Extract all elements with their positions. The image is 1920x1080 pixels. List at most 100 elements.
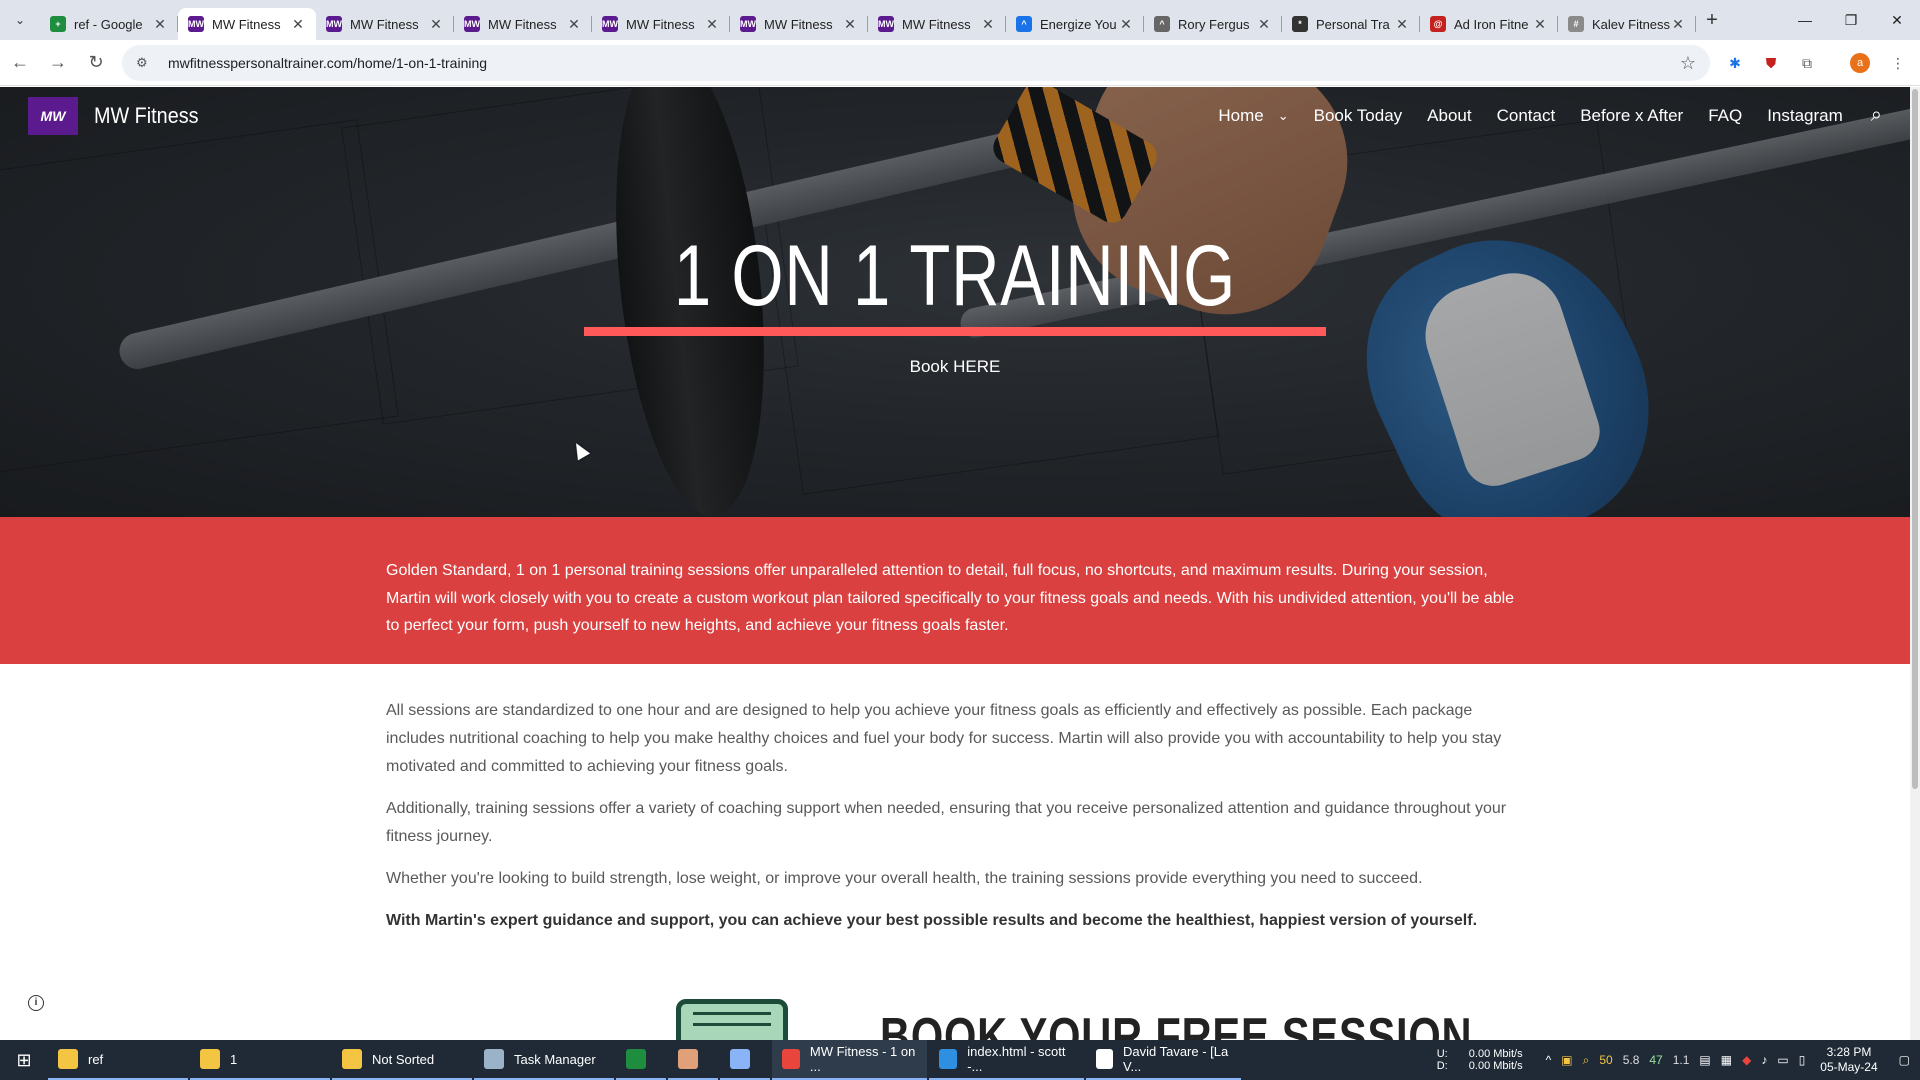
site-logo[interactable]: MW bbox=[28, 97, 78, 135]
page-scrollbar[interactable] bbox=[1910, 87, 1920, 1040]
taskbar-item[interactable] bbox=[720, 1040, 770, 1080]
taskbar-item[interactable]: David Tavare - [La V... bbox=[1086, 1040, 1241, 1080]
reload-icon: ↻ bbox=[88, 52, 104, 72]
download-label: D: bbox=[1436, 1060, 1448, 1072]
scrollbar-thumb[interactable] bbox=[1912, 89, 1918, 789]
tab-close-icon[interactable]: ✕ bbox=[704, 16, 720, 33]
tray-calendar-icon[interactable]: ▦ bbox=[1721, 1053, 1732, 1067]
minimize-button[interactable]: — bbox=[1782, 0, 1828, 40]
taskbar-item-label: Task Manager bbox=[514, 1051, 596, 1067]
taskbar-item[interactable]: MW Fitness - 1 on ... bbox=[772, 1040, 927, 1080]
calendar-line bbox=[693, 1023, 771, 1026]
profile-avatar[interactable]: a bbox=[1846, 49, 1874, 77]
tray-stat: 47 bbox=[1649, 1053, 1663, 1067]
tab-search-button[interactable]: ⌄ bbox=[0, 0, 40, 40]
book-session-heading: BOOK YOUR FREE SESSION bbox=[880, 1008, 1473, 1040]
browser-tab[interactable]: MW MW Fitness ✕ bbox=[454, 8, 592, 40]
nav-instagram[interactable]: Instagram bbox=[1767, 106, 1843, 126]
extensions-puzzle-icon[interactable]: ⧉ bbox=[1793, 49, 1821, 77]
content-section: All sessions are standardized to one hou… bbox=[386, 697, 1526, 949]
os-taskbar: ⊞ ref 1 Not Sorted Task Manager MW Fitness -… bbox=[0, 1040, 1920, 1080]
taskbar-item[interactable] bbox=[668, 1040, 718, 1080]
browser-tab[interactable]: MW MW Fitness ✕ bbox=[730, 8, 868, 40]
address-bar[interactable]: ⚙ mwfitnesspersonaltrainer.com/home/1-on… bbox=[122, 45, 1710, 81]
taskbar-item[interactable]: 1 bbox=[190, 1040, 330, 1080]
tab-close-icon[interactable]: ✕ bbox=[980, 16, 996, 33]
bookmark-star-icon[interactable]: ☆ bbox=[1680, 53, 1696, 74]
notification-icon[interactable]: ▢ bbox=[1899, 1053, 1910, 1067]
browser-tab[interactable]: ^ Energize You ✕ bbox=[1006, 8, 1144, 40]
url-text[interactable]: mwfitnesspersonaltrainer.com/home/1-on-1… bbox=[168, 55, 1680, 71]
tab-close-icon[interactable]: ✕ bbox=[1256, 16, 1272, 33]
battery-icon[interactable]: ▭ bbox=[1777, 1053, 1788, 1067]
tab-close-icon[interactable]: ✕ bbox=[1670, 16, 1686, 33]
nav-contact[interactable]: Contact bbox=[1497, 106, 1556, 126]
taskbar-item[interactable]: Not Sorted bbox=[332, 1040, 472, 1080]
book-here-label[interactable]: Book HERE bbox=[910, 357, 1001, 376]
nav-book-today[interactable]: Book Today bbox=[1314, 106, 1403, 126]
system-clock[interactable]: 3:28 PM 05-May-24 bbox=[1820, 1045, 1877, 1075]
tab-close-icon[interactable]: ✕ bbox=[152, 16, 168, 33]
browser-tab[interactable]: MW MW Fitness ✕ bbox=[868, 8, 1006, 40]
search-icon[interactable]: ⌕ bbox=[1871, 104, 1882, 127]
new-tab-button[interactable]: + bbox=[1696, 9, 1728, 32]
tab-favicon-icon: MW bbox=[464, 16, 480, 32]
tab-title: Energize You bbox=[1040, 16, 1117, 32]
forward-button[interactable]: → bbox=[40, 45, 76, 81]
tab-close-icon[interactable]: ✕ bbox=[1394, 16, 1410, 33]
tab-close-icon[interactable]: ✕ bbox=[290, 16, 306, 33]
tab-title: ref - Google bbox=[74, 16, 143, 32]
nav-home[interactable]: Home ⌄ bbox=[1218, 106, 1288, 126]
tray-folder-icon[interactable]: ▣ bbox=[1561, 1053, 1572, 1067]
nav-before-after[interactable]: Before x After bbox=[1580, 106, 1683, 126]
tray-chevron-icon[interactable]: ^ bbox=[1546, 1053, 1552, 1067]
taskbar-item[interactable]: ref bbox=[48, 1040, 188, 1080]
intro-band: Golden Standard, 1 on 1 personal trainin… bbox=[0, 517, 1910, 664]
tab-close-icon[interactable]: ✕ bbox=[566, 16, 582, 33]
back-button[interactable]: ← bbox=[2, 45, 38, 81]
toolbar: ← → ↻ ⚙ mwfitnesspersonaltrainer.com/hom… bbox=[0, 40, 1920, 86]
taskbar-item-label: MW Fitness - 1 on ... bbox=[809, 1044, 916, 1074]
chevron-down-icon: ⌄ bbox=[14, 13, 26, 27]
site-brand[interactable]: MW Fitness bbox=[94, 103, 199, 129]
tab-close-icon[interactable]: ✕ bbox=[1532, 16, 1548, 33]
folder-icon bbox=[58, 1049, 78, 1069]
nav-faq[interactable]: FAQ bbox=[1708, 106, 1742, 126]
restore-button[interactable]: ❐ bbox=[1828, 0, 1874, 40]
volume-icon[interactable]: ♪ bbox=[1761, 1053, 1767, 1067]
browser-tab[interactable]: @ Ad Iron Fitne ✕ bbox=[1420, 8, 1558, 40]
tab-close-icon[interactable]: ✕ bbox=[842, 16, 858, 33]
nav-about[interactable]: About bbox=[1427, 106, 1471, 126]
start-button[interactable]: ⊞ bbox=[0, 1040, 48, 1080]
extension-icon[interactable]: ✱ bbox=[1721, 49, 1749, 77]
network-icon[interactable]: ▯ bbox=[1799, 1053, 1806, 1067]
site-header: MW MW Fitness Home ⌄ Book Today About Con… bbox=[0, 87, 1910, 157]
book-here-link[interactable]: Book HERE bbox=[0, 357, 1910, 377]
browser-tab[interactable]: ^ Rory Fergus ✕ bbox=[1144, 8, 1282, 40]
menu-kebab-icon[interactable]: ⋮ bbox=[1884, 49, 1912, 77]
close-window-button[interactable]: ✕ bbox=[1874, 0, 1920, 40]
taskbar-item[interactable]: index.html - scott -... bbox=[929, 1040, 1084, 1080]
tray-app-icon[interactable]: ▤ bbox=[1699, 1053, 1710, 1067]
taskbar-item[interactable]: Task Manager bbox=[474, 1040, 614, 1080]
browser-tab[interactable]: * Personal Tra ✕ bbox=[1282, 8, 1420, 40]
tray-shield-icon[interactable]: ◆ bbox=[1742, 1053, 1751, 1067]
chevron-down-icon[interactable]: ⌄ bbox=[1278, 108, 1289, 124]
browser-tab[interactable]: MW MW Fitness ✕ bbox=[592, 8, 730, 40]
taskbar-item[interactable] bbox=[616, 1040, 666, 1080]
tab-favicon-icon: MW bbox=[602, 16, 618, 32]
tab-list: + ref - Google ✕ MW MW Fitness ✕ MW MW Fitness ✕… bbox=[40, 0, 1696, 40]
tab-close-icon[interactable]: ✕ bbox=[428, 16, 444, 33]
browser-tab[interactable]: MW MW Fitness ✕ bbox=[178, 8, 316, 40]
tray-search-icon[interactable]: ⌕ bbox=[1583, 1053, 1590, 1068]
browser-tab[interactable]: + ref - Google ✕ bbox=[40, 8, 178, 40]
tab-close-icon[interactable]: ✕ bbox=[1118, 16, 1134, 33]
shield-extension-icon[interactable]: ⛊ bbox=[1757, 49, 1785, 77]
reload-button[interactable]: ↻ bbox=[78, 45, 114, 81]
nav-label: Home bbox=[1218, 105, 1264, 125]
browser-tab[interactable]: MW MW Fitness ✕ bbox=[316, 8, 454, 40]
tab-favicon-icon: MW bbox=[740, 16, 756, 32]
browser-tab[interactable]: # Kalev Fitness ✕ bbox=[1558, 8, 1696, 40]
site-info-icon[interactable]: ⚙ bbox=[136, 55, 156, 71]
info-icon[interactable]: i bbox=[28, 995, 44, 1011]
